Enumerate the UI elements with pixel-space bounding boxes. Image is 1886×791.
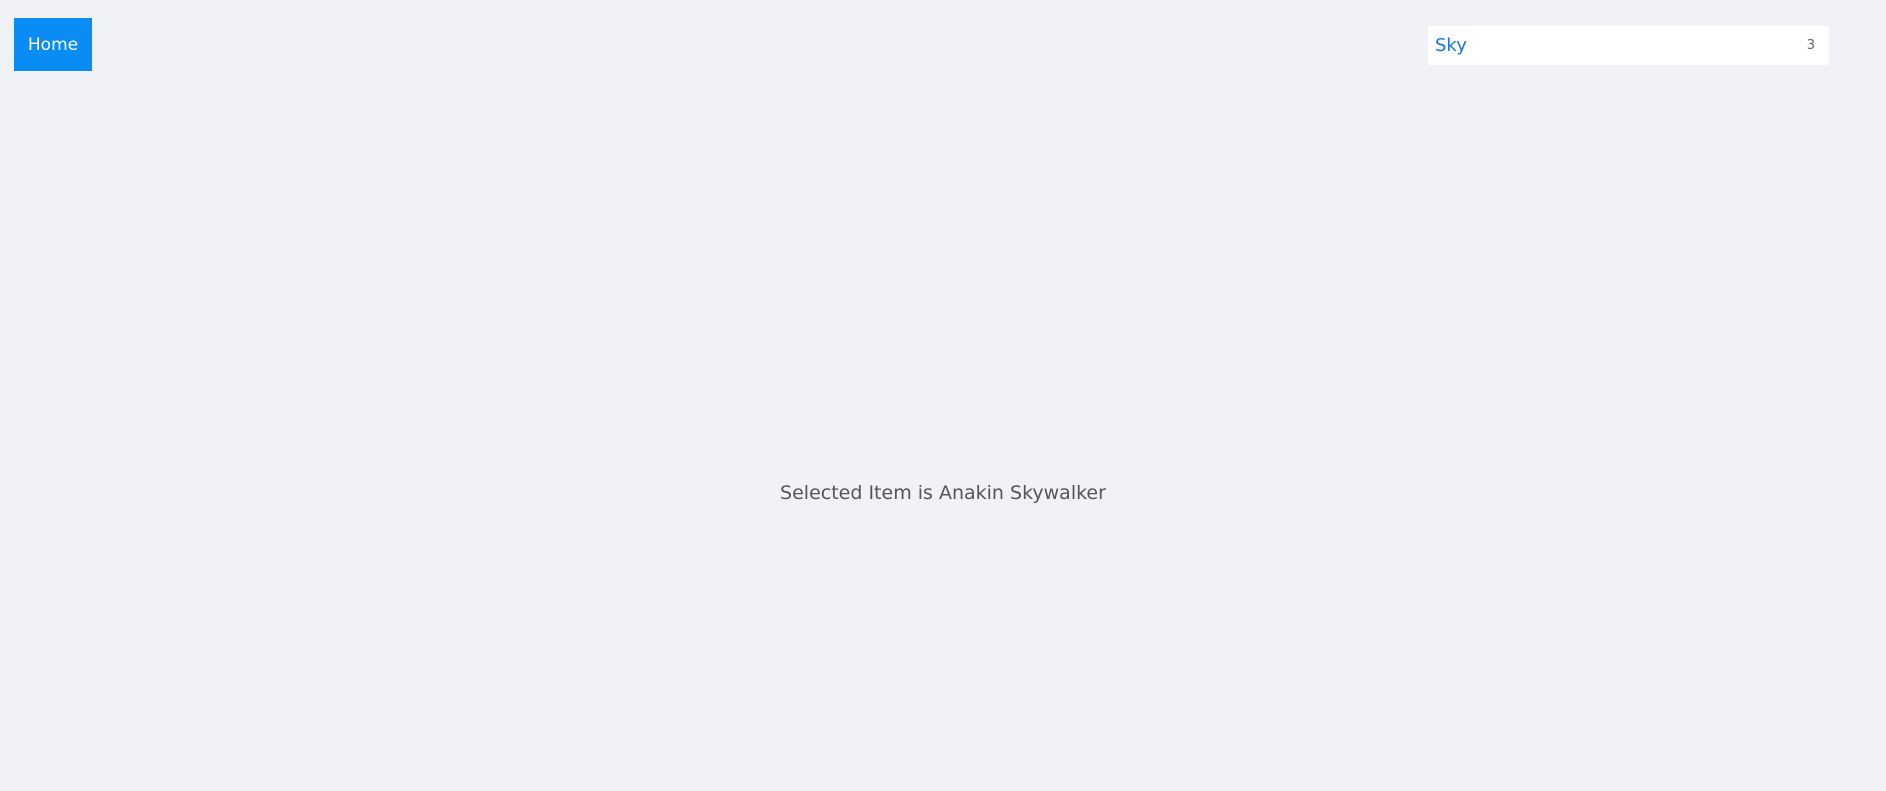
selected-item-text: Selected Item is Anakin Skywalker (780, 482, 1106, 504)
home-button[interactable]: Home (14, 18, 92, 71)
search-box: 3 (1428, 26, 1829, 65)
page: Home 3 Selected Item is Anakin Skywalker (0, 0, 1886, 791)
result-count: 3 (1806, 38, 1815, 53)
search-input[interactable] (1428, 26, 1779, 65)
